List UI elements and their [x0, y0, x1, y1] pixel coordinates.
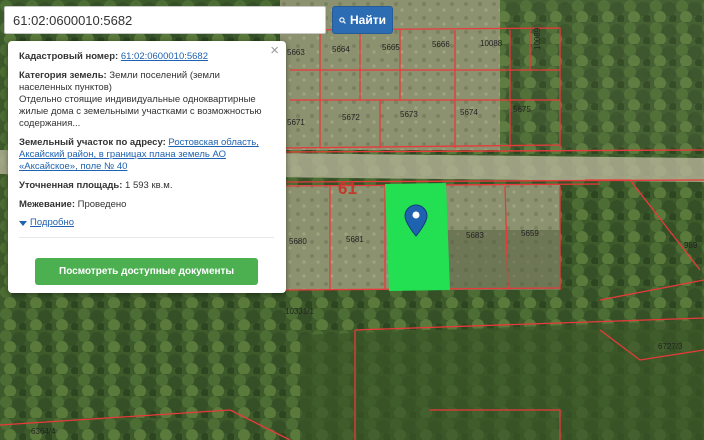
address-row: Земельный участок по адресу: Ростовская …	[19, 137, 274, 173]
more-details-link[interactable]: Подробно	[30, 217, 74, 229]
parcel-label: 10331/1	[285, 307, 314, 316]
parcel-label: 6364/4	[31, 427, 56, 436]
parcel-label: 5681	[346, 235, 364, 244]
search-box	[4, 6, 326, 34]
close-icon[interactable]: ×	[270, 43, 279, 58]
parcel-label: 5666	[432, 40, 450, 49]
parcel-label: 10089	[533, 27, 542, 50]
category-label: Категория земель:	[19, 70, 107, 81]
usage-text: Отдельно стоящие индивидуальные одноквар…	[19, 94, 262, 129]
address-label: Земельный участок по адресу:	[19, 137, 166, 148]
search-input[interactable]	[4, 6, 326, 34]
survey-value: Проведено	[77, 199, 127, 210]
area-label: Уточненная площадь:	[19, 180, 123, 191]
parcel-label: 5672	[342, 113, 360, 122]
parcel-info-panel: × Кадастровый номер: 61:02:0600010:5682 …	[8, 41, 286, 293]
area-value: 1 593 кв.м.	[125, 180, 173, 191]
survey-label: Межевание:	[19, 199, 75, 210]
parcel-label: 5663	[287, 48, 305, 57]
parcel-label: 5664	[332, 45, 350, 54]
parcel-label: 5674	[460, 108, 478, 117]
more-details-toggle[interactable]: Подробно	[19, 217, 274, 229]
cadastral-label: Кадастровый номер:	[19, 51, 119, 62]
selected-parcel[interactable]	[385, 183, 450, 291]
chevron-down-icon	[19, 220, 27, 226]
street-label: 61	[338, 179, 357, 198]
category-row: Категория земель: Земли поселений (земли…	[19, 70, 274, 130]
cadastral-number-link[interactable]: 61:02:0600010:5682	[121, 51, 208, 62]
view-documents-button[interactable]: Посмотреть доступные документы	[35, 258, 258, 285]
parcel-label: 5671	[287, 118, 305, 127]
parcel-label: 5683	[466, 231, 484, 240]
search-button[interactable]: Найти	[332, 6, 393, 34]
divider	[19, 237, 274, 238]
area-row: Уточненная площадь: 1 593 кв.м.	[19, 180, 274, 192]
search-button-label: Найти	[350, 13, 386, 27]
survey-row: Межевание: Проведено	[19, 199, 274, 211]
parcel-label: 10088	[480, 39, 503, 48]
parcel-label: 989	[684, 241, 698, 250]
parcel-label: 5675	[513, 105, 531, 114]
parcel-label: 6727/3	[658, 342, 683, 351]
parcel-label: 5673	[400, 110, 418, 119]
parcel-label: 5659	[521, 229, 539, 238]
parcel-label: 5680	[289, 237, 307, 246]
cadastral-row: Кадастровый номер: 61:02:0600010:5682	[19, 51, 274, 63]
search-icon	[339, 16, 346, 24]
parcel-label: 5665	[382, 43, 400, 52]
